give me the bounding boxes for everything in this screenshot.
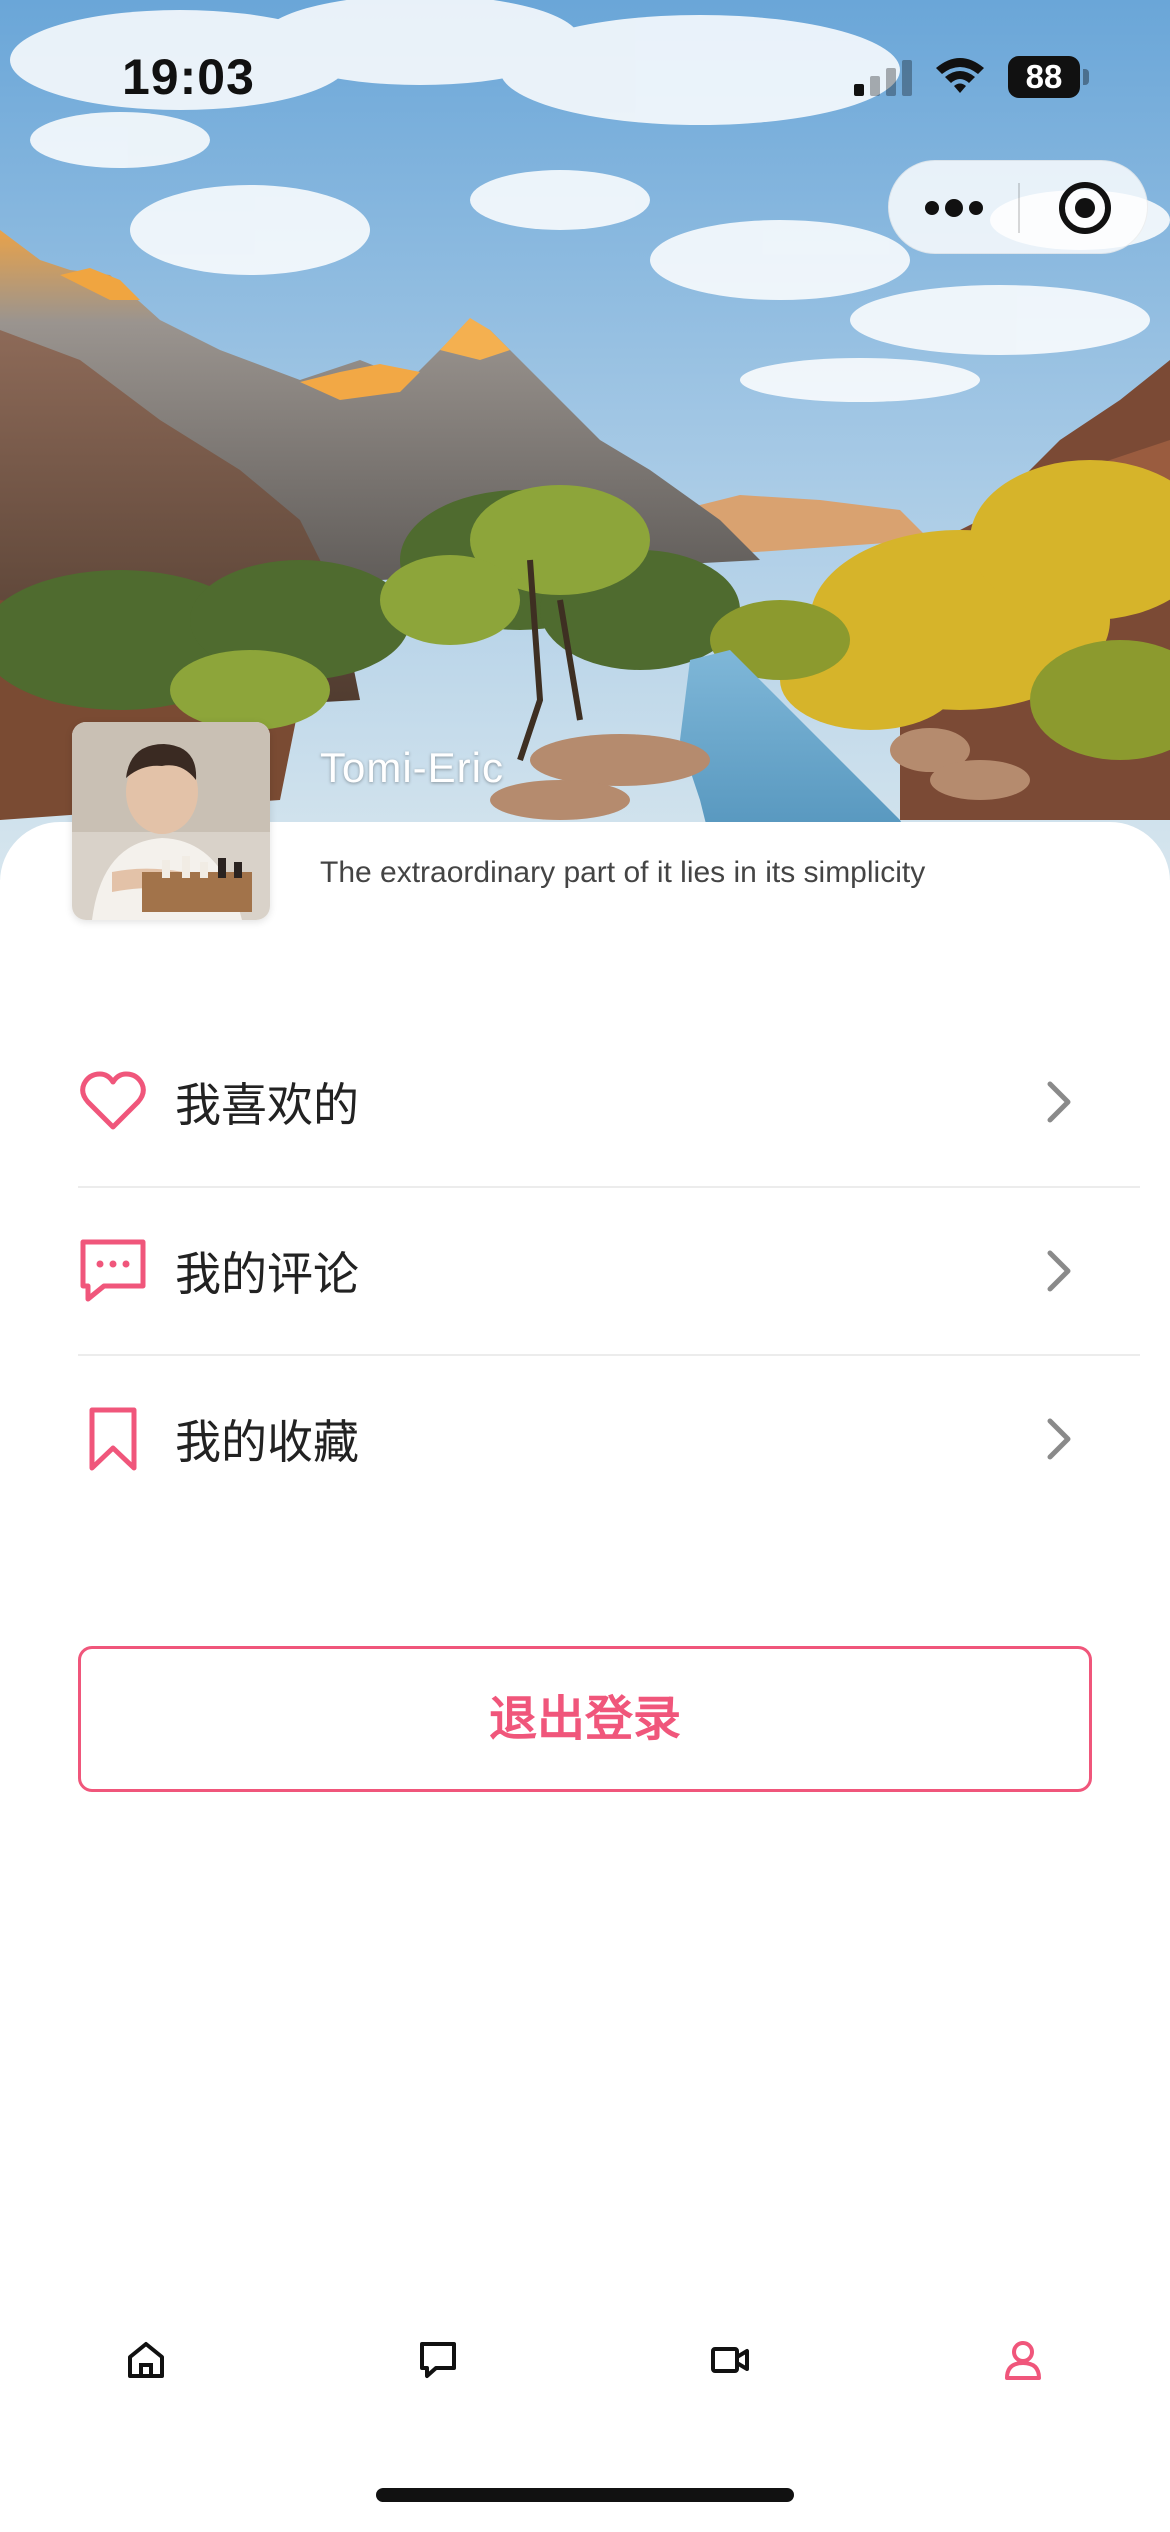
tab-home[interactable] [86, 2300, 206, 2420]
more-button[interactable] [889, 161, 1018, 255]
avatar[interactable] [72, 722, 270, 920]
mini-program-capsule [888, 160, 1148, 254]
menu-item-comments[interactable]: 我的评论 [78, 1186, 1140, 1354]
menu-item-favorites[interactable]: 我的收藏 [78, 1354, 1140, 1522]
wifi-icon [936, 58, 984, 93]
logout-button[interactable]: 退出登录 [78, 1646, 1092, 1792]
user-bio: The extraordinary part of it lies in its… [320, 856, 926, 889]
tab-messages[interactable] [378, 2300, 498, 2420]
message-icon [420, 2342, 456, 2378]
more-icon [924, 199, 983, 217]
tab-profile[interactable] [963, 2300, 1083, 2420]
bottom-tab-bar [0, 2300, 1170, 2420]
chevron-right-icon [1047, 1250, 1071, 1292]
heart-icon [80, 1071, 146, 1130]
username: Tomi-Eric [320, 744, 504, 791]
close-button[interactable] [1020, 161, 1149, 255]
menu-item-label: 我的评论 [175, 1247, 359, 1301]
home-indicator [376, 2488, 794, 2502]
tab-video[interactable] [670, 2300, 790, 2420]
user-icon [1005, 2341, 1041, 2380]
battery-level: 88 [1025, 58, 1063, 95]
close-target-icon [1058, 182, 1111, 234]
status-bar: 19:03 88 [0, 0, 1170, 150]
menu-item-likes[interactable]: 我喜欢的 [78, 1018, 1140, 1186]
battery-icon: 88 [1008, 56, 1089, 98]
chevron-right-icon [1047, 1418, 1071, 1460]
signal-icon [854, 60, 912, 96]
chevron-right-icon [1047, 1081, 1071, 1123]
menu-item-label: 我喜欢的 [175, 1078, 359, 1132]
bookmark-icon [89, 1407, 137, 1471]
profile-menu: 我喜欢的 我的评论 我的收藏 [78, 1018, 1140, 1522]
home-icon [128, 2342, 164, 2378]
menu-item-label: 我的收藏 [175, 1415, 359, 1469]
video-icon [711, 2347, 749, 2373]
comment-icon [80, 1239, 146, 1302]
status-time: 19:03 [122, 49, 255, 105]
